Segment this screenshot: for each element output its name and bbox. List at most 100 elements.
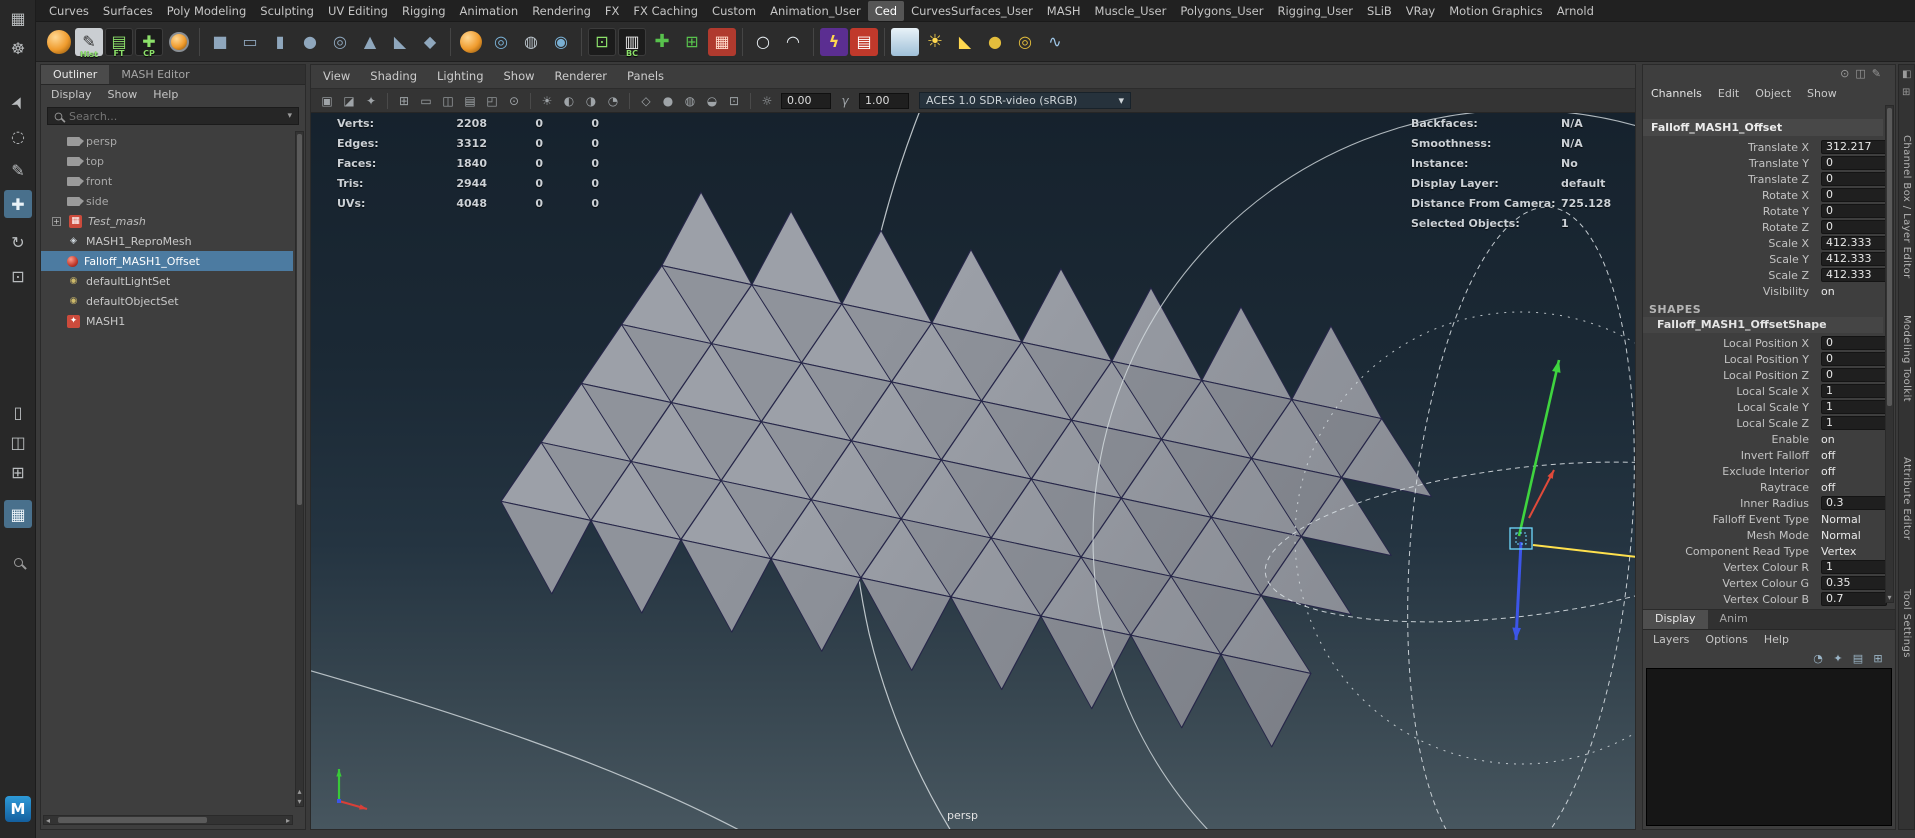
channel-value-field[interactable]: 1 bbox=[1821, 400, 1887, 414]
expand-panel-icon[interactable] bbox=[1902, 87, 1910, 98]
scrollbar-thumb[interactable] bbox=[297, 134, 302, 505]
channel-value-field[interactable]: 1 bbox=[1821, 384, 1887, 398]
outliner-item-top[interactable]: top bbox=[41, 151, 293, 171]
menu-motion-graphics[interactable]: Motion Graphics bbox=[1442, 1, 1549, 21]
menu-fx[interactable]: FX bbox=[598, 1, 627, 21]
tab-outliner[interactable]: Outliner bbox=[41, 65, 110, 84]
shelf-history-icon[interactable]: Hist bbox=[75, 27, 103, 58]
scroll-down-icon[interactable]: ▾ bbox=[1886, 593, 1893, 602]
scrollbar-thumb[interactable] bbox=[1887, 108, 1892, 406]
shelf-checker-torus-icon[interactable] bbox=[487, 28, 515, 56]
scrollbar-thumb[interactable] bbox=[58, 817, 207, 823]
outliner-item-falloff[interactable]: Falloff_MASH1_Offset bbox=[41, 251, 293, 271]
viewport-menu-show[interactable]: Show bbox=[504, 69, 535, 84]
shelf-poly-cone-icon[interactable] bbox=[356, 28, 384, 56]
menu-rigging[interactable]: Rigging bbox=[395, 1, 453, 21]
ambient-occlusion-icon[interactable] bbox=[581, 92, 601, 110]
menu-curvessurfaces-user[interactable]: CurvesSurfaces_User bbox=[904, 1, 1040, 21]
shelf-globe-icon[interactable] bbox=[517, 28, 545, 56]
tab-anim[interactable]: Anim bbox=[1708, 610, 1760, 629]
menu-custom[interactable]: Custom bbox=[705, 1, 763, 21]
layout-four-pane-icon[interactable] bbox=[4, 458, 32, 486]
menu-ced[interactable]: Ced bbox=[867, 0, 905, 21]
channel-value[interactable]: on bbox=[1821, 285, 1835, 298]
scroll-left-icon[interactable]: ◂ bbox=[46, 816, 50, 825]
edit-channels-icon[interactable] bbox=[1872, 67, 1881, 80]
menu-curves[interactable]: Curves bbox=[42, 1, 96, 21]
expand-icon[interactable]: + bbox=[52, 216, 61, 226]
shelf-circle-curve-icon[interactable] bbox=[749, 28, 777, 56]
scale-tool-icon[interactable] bbox=[4, 262, 32, 290]
shelf-blob-icon[interactable] bbox=[981, 28, 1009, 56]
shelf-sky-plane-icon[interactable] bbox=[891, 27, 919, 56]
outliner-menu-show[interactable]: Show bbox=[108, 88, 138, 101]
scroll-down-icon[interactable]: ▾ bbox=[296, 797, 303, 806]
tab-display[interactable]: Display bbox=[1643, 610, 1708, 629]
menu-vray[interactable]: VRay bbox=[1399, 1, 1442, 21]
search-filter-dropdown-icon[interactable] bbox=[287, 111, 292, 121]
workspace-icon[interactable] bbox=[4, 4, 32, 32]
shelf-drop-icon[interactable] bbox=[708, 27, 736, 56]
shelf-wire-globe-icon[interactable] bbox=[547, 28, 575, 56]
search-input[interactable] bbox=[69, 109, 249, 123]
channel-value[interactable]: off bbox=[1821, 465, 1835, 478]
outliner-menu-display[interactable]: Display bbox=[51, 88, 92, 101]
outliner-item-persp[interactable]: persp bbox=[41, 131, 293, 151]
viewport-menu-lighting[interactable]: Lighting bbox=[437, 69, 483, 84]
outliner-item-default-light-set[interactable]: ◉ defaultLightSet bbox=[41, 271, 293, 291]
gamma-field[interactable]: 1.00 bbox=[859, 92, 909, 109]
layout-single-pane-icon[interactable] bbox=[4, 398, 32, 426]
outliner-vertical-scrollbar[interactable]: ▴ ▾ bbox=[295, 131, 304, 807]
menu-arnold[interactable]: Arnold bbox=[1550, 1, 1601, 21]
channel-value-field[interactable]: 1 bbox=[1821, 560, 1887, 574]
channel-value[interactable]: off bbox=[1821, 481, 1835, 494]
channel-value[interactable]: Vertex bbox=[1821, 545, 1856, 558]
tab-mash-editor[interactable]: MASH Editor bbox=[109, 65, 201, 84]
resolution-gate-icon[interactable] bbox=[438, 92, 458, 110]
gate-mask-icon[interactable] bbox=[460, 92, 480, 110]
channel-value-field[interactable]: 0 bbox=[1821, 336, 1887, 350]
sidebar-tab-tool-settings[interactable]: Tool Settings bbox=[1901, 589, 1912, 658]
channel-value[interactable]: Normal bbox=[1821, 513, 1861, 526]
scroll-right-icon[interactable]: ▸ bbox=[286, 816, 290, 825]
channel-menu-edit[interactable]: Edit bbox=[1718, 87, 1739, 100]
paint-select-tool-icon[interactable] bbox=[4, 156, 32, 184]
layer-menu-layers[interactable]: Layers bbox=[1653, 633, 1689, 646]
channel-value-field[interactable]: 0.35 bbox=[1821, 576, 1887, 590]
zoom-tool-icon[interactable] bbox=[4, 548, 32, 576]
shelf-sphere-icon[interactable] bbox=[45, 28, 73, 56]
shelf-bake-icon[interactable] bbox=[588, 27, 616, 56]
shelf-poly-sphere-icon[interactable] bbox=[296, 28, 324, 56]
camera-attributes-icon[interactable] bbox=[361, 92, 381, 110]
lock-camera-icon[interactable] bbox=[339, 92, 359, 110]
viewport-menu-panels[interactable]: Panels bbox=[627, 69, 664, 84]
channel-value-field[interactable]: 412.333 bbox=[1821, 252, 1887, 266]
viewport-menu-shading[interactable]: Shading bbox=[370, 69, 417, 84]
shelf-grid-snap-icon[interactable] bbox=[678, 28, 706, 56]
menu-animation[interactable]: Animation bbox=[453, 1, 526, 21]
channel-menu-channels[interactable]: Channels bbox=[1651, 87, 1702, 100]
exposure-field[interactable]: 0.00 bbox=[781, 92, 831, 109]
outliner-item-front[interactable]: front bbox=[41, 171, 293, 191]
outliner-item-side[interactable]: side bbox=[41, 191, 293, 211]
layout-two-pane-icon[interactable] bbox=[4, 428, 32, 456]
shelf-poly-pyramid-icon[interactable] bbox=[386, 28, 414, 56]
channel-value-field[interactable]: 0 bbox=[1821, 220, 1887, 234]
shelf-poly-prism-icon[interactable] bbox=[416, 28, 444, 56]
dock-icon[interactable] bbox=[1902, 69, 1911, 80]
textured-mode-icon[interactable] bbox=[680, 92, 700, 110]
channel-value-field[interactable]: 0 bbox=[1821, 156, 1887, 170]
layer-list-area[interactable] bbox=[1646, 668, 1892, 826]
viewport-menu-view[interactable]: View bbox=[323, 69, 350, 84]
shape-node-name[interactable]: Falloff_MASH1_OffsetShape bbox=[1643, 317, 1883, 333]
outliner-horizontal-scrollbar[interactable]: ◂ ▸ bbox=[43, 815, 293, 825]
shelf-poly-torus-icon[interactable] bbox=[326, 28, 354, 56]
shelf-move-snap-icon[interactable] bbox=[648, 28, 676, 56]
channel-value-field[interactable]: 0 bbox=[1821, 204, 1887, 218]
shelf-batch-bake-icon[interactable]: BC bbox=[618, 27, 646, 57]
new-layer-icon[interactable] bbox=[1849, 650, 1867, 666]
outliner-search[interactable] bbox=[47, 107, 299, 125]
channel-value-field[interactable]: 0.7 bbox=[1821, 592, 1887, 606]
menu-muscle-user[interactable]: Muscle_User bbox=[1088, 1, 1174, 21]
channel-menu-object[interactable]: Object bbox=[1755, 87, 1791, 100]
